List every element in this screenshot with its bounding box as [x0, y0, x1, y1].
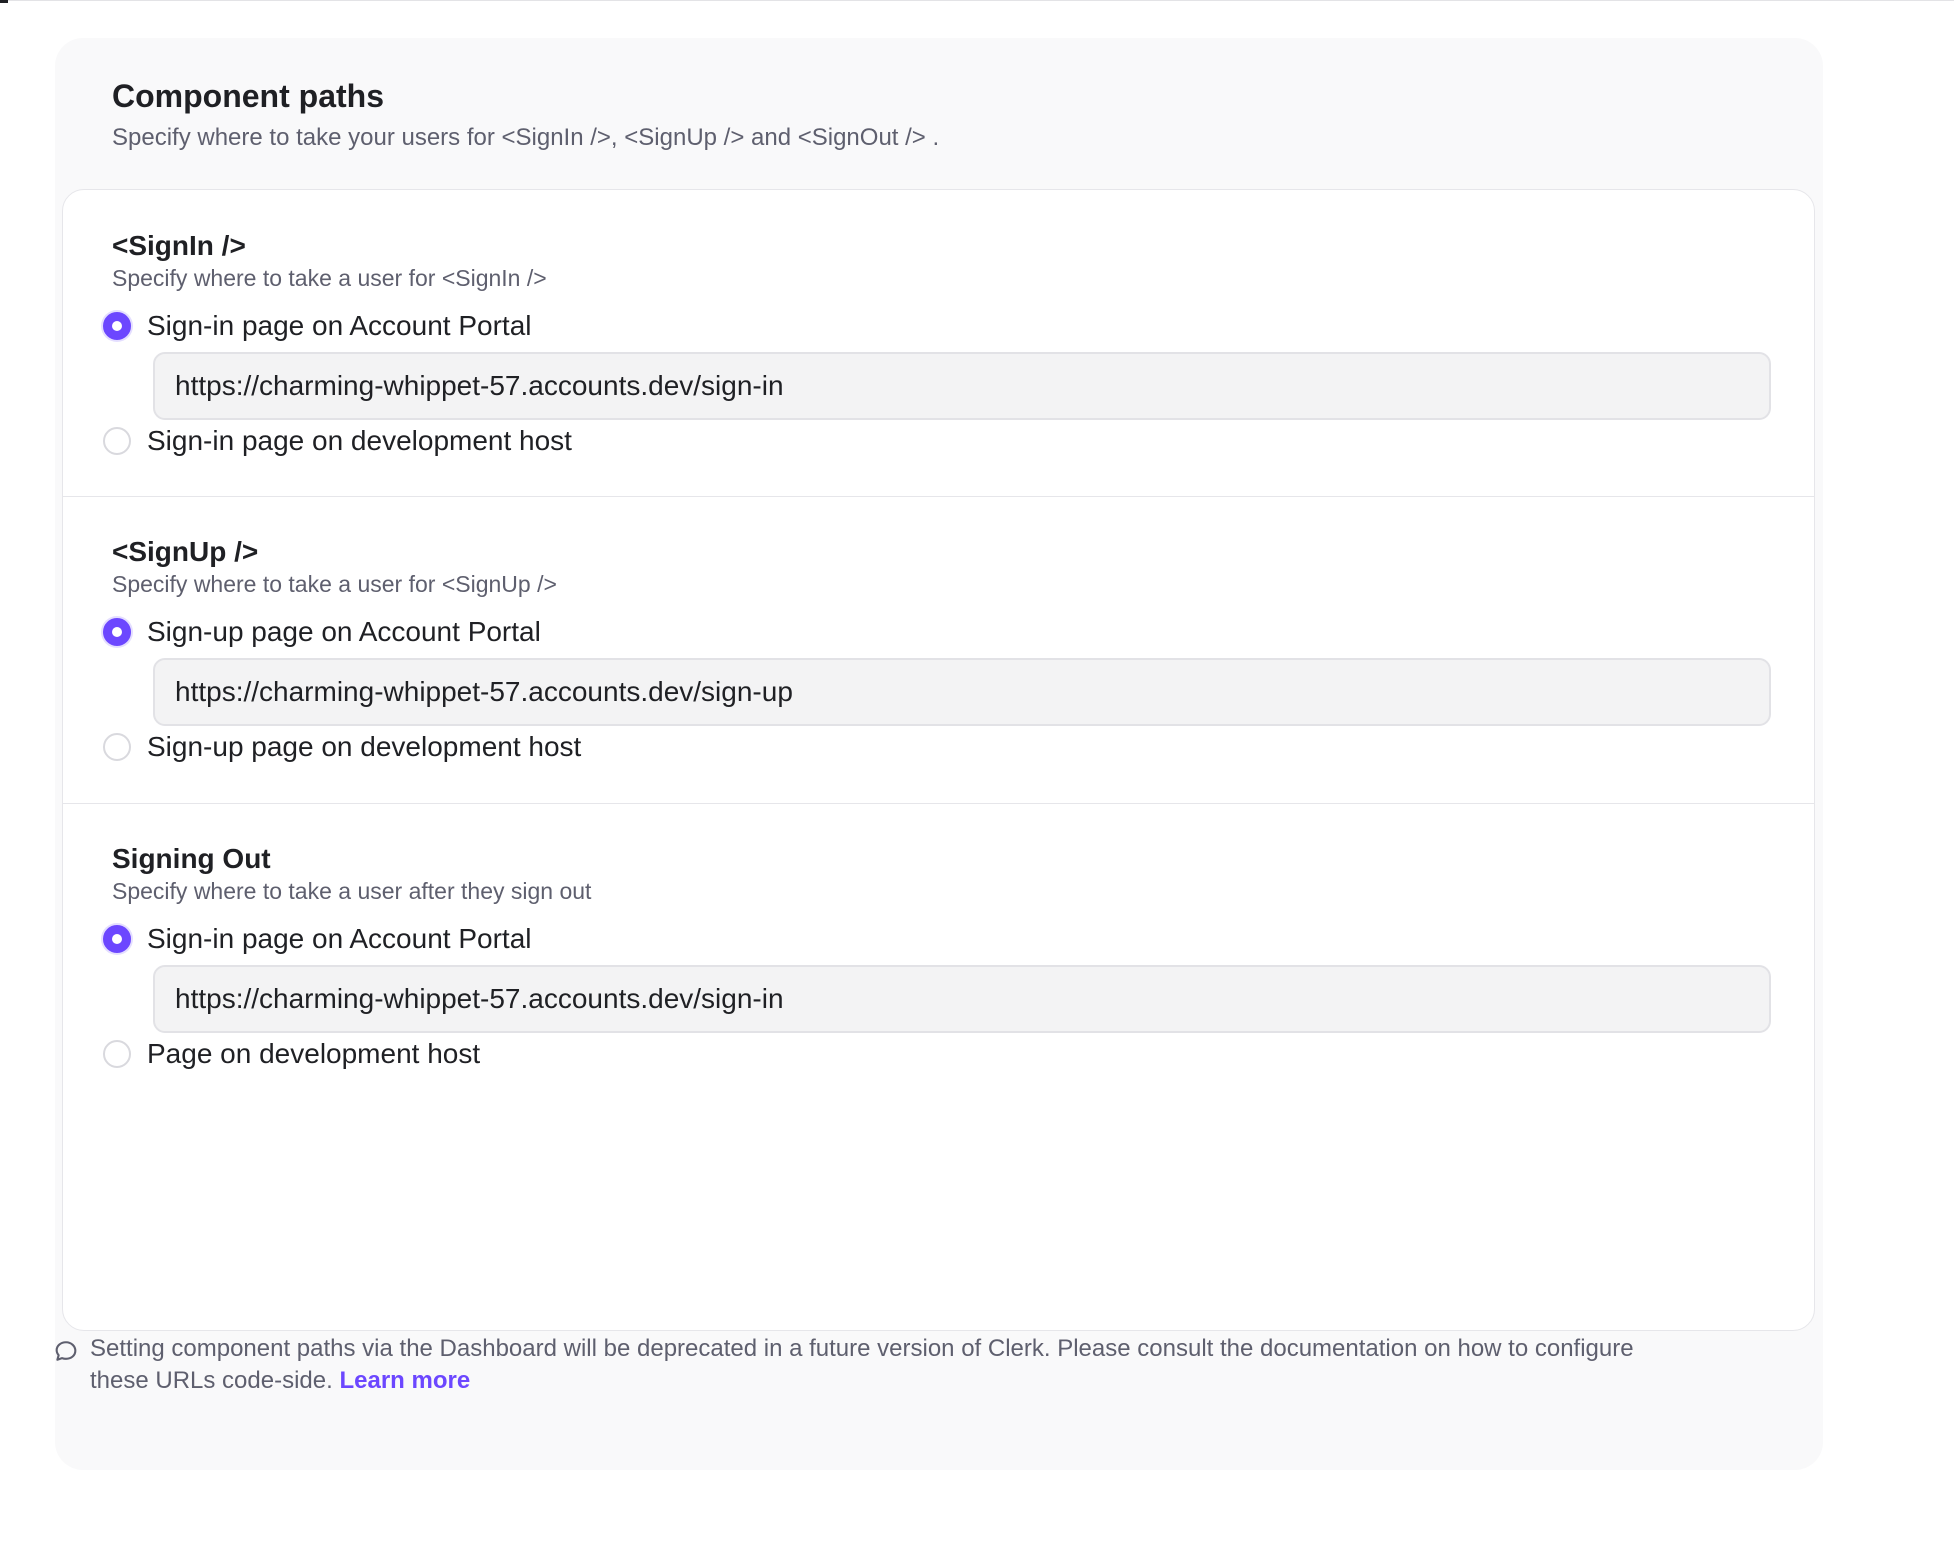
signin-url-field[interactable]: https://charming-whippet-57.accounts.dev…	[153, 352, 1771, 420]
signin-section-description: Specify where to take a user for <SignIn…	[112, 265, 547, 291]
radio-label: Sign-in page on Account Portal	[147, 923, 532, 954]
radio-selected-icon[interactable]	[103, 312, 131, 340]
signout-section-description: Specify where to take a user after they …	[112, 878, 592, 904]
signup-section-title: <SignUp />	[112, 536, 259, 567]
card-subtitle: Specify where to take your users for <Si…	[112, 124, 940, 151]
radio-label: Sign-up page on Account Portal	[147, 616, 541, 647]
signout-section-title: Signing Out	[112, 843, 271, 874]
radio-unselected-icon[interactable]	[103, 427, 131, 455]
learn-more-link[interactable]: Learn more	[339, 1367, 470, 1394]
signin-section-title: <SignIn />	[112, 230, 246, 261]
signout-section: Signing Out Specify where to take a user…	[63, 804, 1814, 1110]
signout-option-account-portal[interactable]: Sign-in page on Account Portal	[103, 921, 531, 957]
signup-option-account-portal[interactable]: Sign-up page on Account Portal	[103, 614, 541, 650]
card-title: Component paths	[112, 78, 384, 114]
card-header: Component paths Specify where to take yo…	[112, 76, 939, 154]
signup-section-description: Specify where to take a user for <SignUp…	[112, 571, 557, 597]
signup-section: <SignUp /> Specify where to take a user …	[63, 497, 1814, 803]
top-edge-mark	[0, 0, 8, 3]
top-border	[0, 0, 1954, 1]
signout-url-field[interactable]: https://charming-whippet-57.accounts.dev…	[153, 965, 1771, 1033]
radio-label: Sign-in page on Account Portal	[147, 310, 532, 341]
signin-section: <SignIn /> Specify where to take a user …	[63, 190, 1814, 496]
deprecation-note-text: Setting component paths via the Dashboar…	[90, 1333, 1692, 1397]
signin-option-development-host[interactable]: Sign-in page on development host	[103, 423, 572, 459]
signin-option-account-portal[interactable]: Sign-in page on Account Portal	[103, 308, 531, 344]
component-paths-card: Component paths Specify where to take yo…	[55, 38, 1823, 1470]
radio-label: Page on development host	[147, 1038, 481, 1069]
radio-unselected-icon[interactable]	[103, 733, 131, 761]
signout-option-development-host[interactable]: Page on development host	[103, 1036, 480, 1072]
paths-settings-panel: <SignIn /> Specify where to take a user …	[62, 189, 1815, 1331]
deprecation-message: Setting component paths via the Dashboar…	[90, 1335, 1634, 1394]
deprecation-note: Setting component paths via the Dashboar…	[52, 1333, 1692, 1397]
speech-bubble-icon	[55, 1341, 77, 1361]
radio-unselected-icon[interactable]	[103, 1040, 131, 1068]
signup-option-development-host[interactable]: Sign-up page on development host	[103, 729, 581, 765]
signup-url-field[interactable]: https://charming-whippet-57.accounts.dev…	[153, 658, 1771, 726]
radio-selected-icon[interactable]	[103, 925, 131, 953]
radio-selected-icon[interactable]	[103, 618, 131, 646]
radio-label: Sign-up page on development host	[147, 731, 582, 762]
radio-label: Sign-in page on development host	[147, 425, 572, 456]
